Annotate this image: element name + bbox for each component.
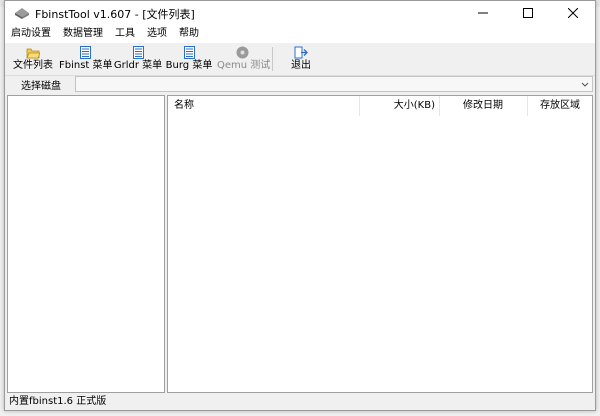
maximize-button[interactable] [505, 1, 550, 25]
column-header-size[interactable]: 大小(KB) [360, 96, 440, 116]
disk-select-label: 选择磁盘 [21, 81, 61, 92]
burg-menu-label: Burg 菜单 [165, 60, 213, 71]
folder-tree-pane[interactable] [7, 95, 165, 393]
grldr-menu-label: Grldr 菜单 [113, 60, 163, 71]
list-icon [183, 45, 195, 59]
window-title: FbinstTool v1.607 - [文件列表] [35, 8, 195, 21]
toolbar: 文件列表 Fbinst 菜单 Grldr 菜单 Burg 菜单 Qemu 测试 … [5, 43, 595, 76]
status-bar: 内置fbinst1.6 正式版 [7, 395, 593, 409]
exit-label: 退出 [291, 60, 311, 71]
exit-icon [294, 46, 308, 58]
folder-icon [26, 48, 40, 58]
close-button[interactable] [550, 1, 595, 25]
maximize-icon [522, 8, 533, 18]
minimize-button[interactable] [460, 1, 505, 25]
column-header-location[interactable]: 存放区域 [528, 96, 592, 116]
menu-data-management[interactable]: 数据管理 [57, 25, 109, 43]
burg-menu-button[interactable]: Burg 菜单 [165, 45, 213, 73]
drive-icon [15, 8, 29, 19]
file-list-pane[interactable]: 名称 大小(KB) 修改日期 存放区域 [167, 95, 593, 393]
disk-select-dropdown[interactable] [75, 76, 593, 92]
fbinst-menu-label: Fbinst 菜单 [59, 60, 113, 71]
fbinst-menu-button[interactable]: Fbinst 菜单 [59, 45, 113, 73]
status-text: 内置fbinst1.6 正式版 [9, 396, 107, 407]
title-bar[interactable]: FbinstTool v1.607 - [文件列表] [5, 1, 595, 25]
disk-selector-row: 选择磁盘 [5, 75, 595, 93]
minimize-icon [477, 12, 488, 14]
menu-options[interactable]: 选项 [141, 25, 173, 43]
file-list-label: 文件列表 [13, 60, 53, 71]
file-list-button[interactable]: 文件列表 [11, 45, 55, 73]
list-icon [79, 45, 91, 59]
toolbar-separator [272, 47, 273, 71]
list-icon [132, 45, 144, 59]
menu-boot-settings[interactable]: 启动设置 [5, 25, 57, 43]
exit-button[interactable]: 退出 [285, 45, 317, 73]
column-header-name[interactable]: 名称 [168, 96, 360, 116]
close-icon [567, 8, 578, 18]
menu-help[interactable]: 帮助 [173, 25, 205, 43]
disc-icon [236, 46, 248, 58]
qemu-test-label: Qemu 测试 [217, 60, 271, 71]
app-window: FbinstTool v1.607 - [文件列表] 启动设置 数据管理 工具 … [4, 0, 596, 411]
menu-bar: 启动设置 数据管理 工具 选项 帮助 [5, 25, 595, 43]
chevron-down-icon [581, 82, 589, 87]
qemu-test-button[interactable]: Qemu 测试 [217, 45, 271, 73]
column-header-modified[interactable]: 修改日期 [440, 96, 528, 116]
grldr-menu-button[interactable]: Grldr 菜单 [113, 45, 163, 73]
menu-tools[interactable]: 工具 [109, 25, 141, 43]
